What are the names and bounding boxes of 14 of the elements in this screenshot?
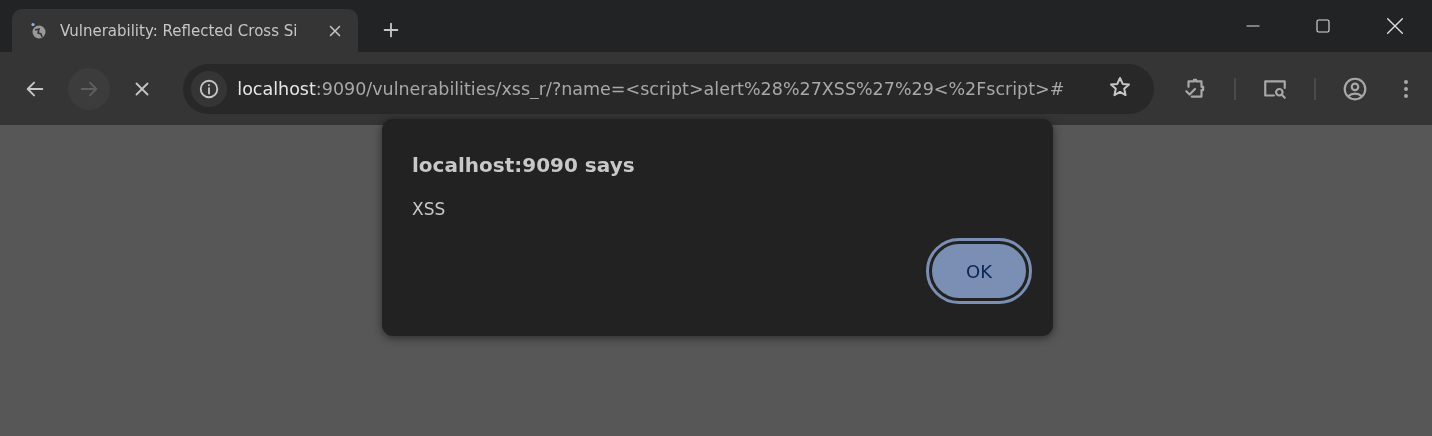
address-bar[interactable]: localhost:9090/vulnerabilities/xss_r/?name=<script>alert%28%27XSS%27%29<%2Fscript># [183, 63, 1154, 114]
tab-title: Vulnerability: Reflected Cross Si [60, 21, 299, 40]
star-icon[interactable] [1108, 74, 1132, 99]
site-info-button[interactable] [191, 70, 228, 107]
close-icon[interactable] [1384, 15, 1406, 37]
info-icon[interactable] [198, 77, 221, 100]
browser-tab[interactable]: Vulnerability: Reflected Cross Si [12, 9, 358, 52]
dialog-message: XSS [412, 199, 447, 219]
globe-icon [30, 21, 48, 40]
maximize-icon[interactable] [1314, 17, 1332, 35]
ok-button[interactable]: OK [929, 241, 1029, 301]
profile-icon[interactable] [1342, 75, 1368, 102]
url-text: localhost:9090/vulnerabilities/xss_r/?name=<script>alert%28%27XSS%27%29<%2Fscript># [237, 78, 1066, 99]
dialog-title: localhost:9090 says [412, 153, 636, 177]
